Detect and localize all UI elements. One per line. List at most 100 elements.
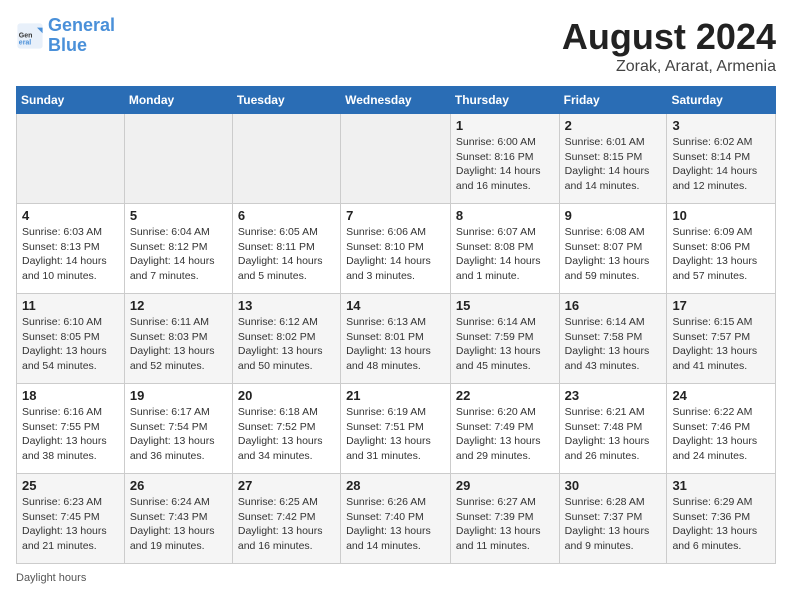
day-number: 7 — [346, 208, 445, 223]
header-saturday: Saturday — [667, 87, 776, 114]
day-number: 27 — [238, 478, 335, 493]
day-info: Sunrise: 6:19 AMSunset: 7:51 PMDaylight:… — [346, 405, 445, 464]
logo: Gen eral General Blue — [16, 16, 115, 56]
calendar-cell: 26 Sunrise: 6:24 AMSunset: 7:43 PMDayligh… — [124, 474, 232, 564]
calendar-cell: 24 Sunrise: 6:22 AMSunset: 7:46 PMDayligh… — [667, 384, 776, 474]
header-tuesday: Tuesday — [232, 87, 340, 114]
logo-icon: Gen eral — [16, 22, 44, 50]
day-info: Sunrise: 6:02 AMSunset: 8:14 PMDaylight:… — [672, 135, 770, 194]
day-info: Sunrise: 6:00 AMSunset: 8:16 PMDaylight:… — [456, 135, 554, 194]
day-number: 10 — [672, 208, 770, 223]
title-block: August 2024 Zorak, Ararat, Armenia — [562, 16, 776, 76]
calendar-cell: 11Sunrise: 6:10 AMSunset: 8:05 PMDayligh… — [17, 294, 125, 384]
header-friday: Friday — [559, 87, 667, 114]
day-number: 25 — [22, 478, 119, 493]
calendar-cell: 17Sunrise: 6:15 AMSunset: 7:57 PMDayligh… — [667, 294, 776, 384]
calendar-cell: 19 Sunrise: 6:17 AMSunset: 7:54 PMDayligh… — [124, 384, 232, 474]
day-info: Sunrise: 6:09 AMSunset: 8:06 PMDaylight:… — [672, 225, 770, 284]
day-number: 19 — [130, 388, 227, 403]
calendar-cell: 1 Sunrise: 6:00 AMSunset: 8:16 PMDaylight… — [450, 114, 559, 204]
logo-blue: Blue — [48, 35, 87, 55]
day-number: 28 — [346, 478, 445, 493]
day-number: 17 — [672, 298, 770, 313]
calendar-cell: 9 Sunrise: 6:08 AMSunset: 8:07 PMDaylight… — [559, 204, 667, 294]
day-info: Sunrise: 6:07 AMSunset: 8:08 PMDaylight:… — [456, 225, 554, 284]
day-number: 9 — [565, 208, 662, 223]
header-monday: Monday — [124, 87, 232, 114]
calendar-cell: 12 Sunrise: 6:11 AMSunset: 8:03 PMDayligh… — [124, 294, 232, 384]
day-info: Sunrise: 6:04 AMSunset: 8:12 PMDaylight:… — [130, 225, 227, 284]
day-number: 21 — [346, 388, 445, 403]
day-number: 22 — [456, 388, 554, 403]
day-info: Sunrise: 6:22 AMSunset: 7:46 PMDaylight:… — [672, 405, 770, 464]
page-title: August 2024 — [562, 16, 776, 58]
calendar-cell: 25 Sunrise: 6:23 AMSunset: 7:45 PMDayligh… — [17, 474, 125, 564]
calendar-cell: 16 Sunrise: 6:14 AMSunset: 7:58 PMDayligh… — [559, 294, 667, 384]
header-thursday: Thursday — [450, 87, 559, 114]
daylight-hours-label: Daylight hours — [16, 572, 86, 584]
day-info: Sunrise: 6:28 AMSunset: 7:37 PMDaylight:… — [565, 495, 662, 554]
day-info: Sunrise: 6:11 AMSunset: 8:03 PMDaylight:… — [130, 315, 227, 374]
calendar-cell: 10 Sunrise: 6:09 AMSunset: 8:06 PMDayligh… — [667, 204, 776, 294]
day-info: Sunrise: 6:16 AMSunset: 7:55 PMDaylight:… — [22, 405, 119, 464]
calendar-cell: 15Sunrise: 6:14 AMSunset: 7:59 PMDayligh… — [450, 294, 559, 384]
day-number: 31 — [672, 478, 770, 493]
day-info: Sunrise: 6:08 AMSunset: 8:07 PMDaylight:… — [565, 225, 662, 284]
logo-text: General Blue — [48, 16, 115, 56]
day-number: 30 — [565, 478, 662, 493]
day-number: 5 — [130, 208, 227, 223]
day-number: 4 — [22, 208, 119, 223]
footer-note: Daylight hours — [16, 572, 776, 584]
day-info: Sunrise: 6:23 AMSunset: 7:45 PMDaylight:… — [22, 495, 119, 554]
day-number: 12 — [130, 298, 227, 313]
calendar-cell: 27 Sunrise: 6:25 AMSunset: 7:42 PMDayligh… — [232, 474, 340, 564]
calendar-cell: 4 Sunrise: 6:03 AMSunset: 8:13 PMDaylight… — [17, 204, 125, 294]
calendar-cell: 18 Sunrise: 6:16 AMSunset: 7:55 PMDayligh… — [17, 384, 125, 474]
svg-text:Gen: Gen — [19, 32, 33, 39]
calendar-cell: 30 Sunrise: 6:28 AMSunset: 7:37 PMDayligh… — [559, 474, 667, 564]
day-number: 3 — [672, 118, 770, 133]
day-number: 14 — [346, 298, 445, 313]
day-number: 16 — [565, 298, 662, 313]
day-info: Sunrise: 6:03 AMSunset: 8:13 PMDaylight:… — [22, 225, 119, 284]
calendar-cell: 28 Sunrise: 6:26 AMSunset: 7:40 PMDayligh… — [341, 474, 451, 564]
day-number: 29 — [456, 478, 554, 493]
calendar-cell: 5 Sunrise: 6:04 AMSunset: 8:12 PMDaylight… — [124, 204, 232, 294]
calendar-cell: 14 Sunrise: 6:13 AMSunset: 8:01 PMDayligh… — [341, 294, 451, 384]
calendar-cell — [17, 114, 125, 204]
day-info: Sunrise: 6:06 AMSunset: 8:10 PMDaylight:… — [346, 225, 445, 284]
calendar-cell: 23Sunrise: 6:21 AMSunset: 7:48 PMDayligh… — [559, 384, 667, 474]
day-info: Sunrise: 6:01 AMSunset: 8:15 PMDaylight:… — [565, 135, 662, 194]
calendar-cell — [124, 114, 232, 204]
day-number: 26 — [130, 478, 227, 493]
day-info: Sunrise: 6:27 AMSunset: 7:39 PMDaylight:… — [456, 495, 554, 554]
day-info: Sunrise: 6:05 AMSunset: 8:11 PMDaylight:… — [238, 225, 335, 284]
day-info: Sunrise: 6:20 AMSunset: 7:49 PMDaylight:… — [456, 405, 554, 464]
day-info: Sunrise: 6:14 AMSunset: 7:58 PMDaylight:… — [565, 315, 662, 374]
day-number: 8 — [456, 208, 554, 223]
calendar-cell: 7 Sunrise: 6:06 AMSunset: 8:10 PMDaylight… — [341, 204, 451, 294]
day-info: Sunrise: 6:25 AMSunset: 7:42 PMDaylight:… — [238, 495, 335, 554]
day-info: Sunrise: 6:14 AMSunset: 7:59 PMDaylight:… — [456, 315, 554, 374]
day-info: Sunrise: 6:10 AMSunset: 8:05 PMDaylight:… — [22, 315, 119, 374]
calendar-cell: 21 Sunrise: 6:19 AMSunset: 7:51 PMDayligh… — [341, 384, 451, 474]
calendar-cell — [341, 114, 451, 204]
day-number: 24 — [672, 388, 770, 403]
day-info: Sunrise: 6:17 AMSunset: 7:54 PMDaylight:… — [130, 405, 227, 464]
calendar-cell: 6Sunrise: 6:05 AMSunset: 8:11 PMDaylight… — [232, 204, 340, 294]
logo-general: General — [48, 15, 115, 35]
day-number: 23 — [565, 388, 662, 403]
day-number: 1 — [456, 118, 554, 133]
calendar-cell: 13Sunrise: 6:12 AMSunset: 8:02 PMDayligh… — [232, 294, 340, 384]
day-info: Sunrise: 6:12 AMSunset: 8:02 PMDaylight:… — [238, 315, 335, 374]
day-info: Sunrise: 6:24 AMSunset: 7:43 PMDaylight:… — [130, 495, 227, 554]
day-info: Sunrise: 6:29 AMSunset: 7:36 PMDaylight:… — [672, 495, 770, 554]
day-info: Sunrise: 6:26 AMSunset: 7:40 PMDaylight:… — [346, 495, 445, 554]
calendar-table: Sunday Monday Tuesday Wednesday Thursday… — [16, 86, 776, 564]
header-sunday: Sunday — [17, 87, 125, 114]
day-info: Sunrise: 6:13 AMSunset: 8:01 PMDaylight:… — [346, 315, 445, 374]
day-number: 18 — [22, 388, 119, 403]
calendar-cell: 20Sunrise: 6:18 AMSunset: 7:52 PMDayligh… — [232, 384, 340, 474]
day-number: 2 — [565, 118, 662, 133]
calendar-cell: 8 Sunrise: 6:07 AMSunset: 8:08 PMDaylight… — [450, 204, 559, 294]
